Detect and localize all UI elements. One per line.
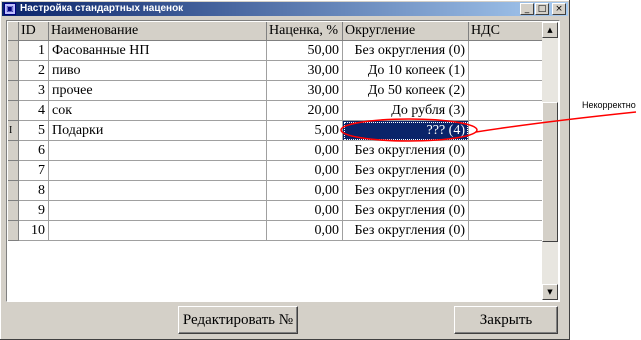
cell-rounding[interactable]: До рубля (3) — [343, 101, 469, 121]
cell-markup[interactable]: 0,00 — [267, 201, 343, 221]
cell-name[interactable]: Подарки — [49, 121, 267, 141]
grid-body[interactable]: ID Наименование Наценка, % Округление НД… — [8, 22, 545, 262]
cell-rounding[interactable]: До 50 копеек (2) — [343, 81, 469, 101]
cell-rounding[interactable]: Без округления (0) — [343, 41, 469, 61]
scroll-thumb[interactable] — [542, 102, 558, 242]
markup-grid[interactable]: ID Наименование Наценка, % Округление НД… — [6, 20, 560, 302]
cell-vat[interactable] — [469, 141, 545, 161]
row-indicator — [8, 101, 19, 121]
cell-vat[interactable] — [469, 61, 545, 81]
cell-markup[interactable]: 50,00 — [267, 41, 343, 61]
row-indicator: I — [8, 121, 19, 141]
cell-markup[interactable]: 0,00 — [267, 181, 343, 201]
column-header-rounding[interactable]: Округление — [343, 22, 469, 41]
row-indicator — [8, 41, 19, 61]
vertical-scrollbar[interactable]: ▲ ▼ — [542, 22, 558, 300]
cell-rounding[interactable]: Без округления (0) — [343, 161, 469, 181]
cell-name[interactable] — [49, 141, 267, 161]
cell-id[interactable]: 8 — [19, 181, 49, 201]
cell-id[interactable]: 2 — [19, 61, 49, 81]
cell-name[interactable] — [49, 161, 267, 181]
row-indicator — [8, 201, 19, 221]
cell-markup[interactable]: 30,00 — [267, 61, 343, 81]
cell-rounding[interactable]: Без округления (0) — [343, 221, 469, 241]
cell-name[interactable] — [49, 181, 267, 201]
close-dialog-button[interactable]: Закрыть — [454, 306, 558, 334]
cell-vat[interactable] — [469, 101, 545, 121]
row-indicator — [8, 181, 19, 201]
cell-id[interactable]: 1 — [19, 41, 49, 61]
cell-name[interactable]: сок — [49, 101, 267, 121]
cell-markup[interactable]: 0,00 — [267, 161, 343, 181]
cell-id[interactable]: 6 — [19, 141, 49, 161]
row-indicator — [8, 161, 19, 181]
column-header-id[interactable]: ID — [19, 22, 49, 41]
cell-vat[interactable] — [469, 81, 545, 101]
cell-vat[interactable] — [469, 181, 545, 201]
row-indicator — [8, 221, 19, 241]
title-bar[interactable]: ▣ Настройка стандартных наценок _ □ × — [2, 2, 568, 16]
annotation-label: Некорректно — [582, 100, 636, 110]
cell-vat[interactable] — [469, 161, 545, 181]
cell-rounding[interactable]: Без округления (0) — [343, 181, 469, 201]
row-indicator — [8, 81, 19, 101]
cell-rounding[interactable]: Без округления (0) — [343, 201, 469, 221]
row-indicator — [8, 61, 19, 81]
cell-name[interactable]: пиво — [49, 61, 267, 81]
app-icon: ▣ — [4, 3, 16, 15]
cell-id[interactable]: 4 — [19, 101, 49, 121]
cell-rounding[interactable]: ??? (4) — [343, 121, 469, 141]
cell-name[interactable]: Фасованные НП — [49, 41, 267, 61]
close-button[interactable]: × — [552, 3, 566, 15]
cell-rounding[interactable]: Без округления (0) — [343, 141, 469, 161]
cell-vat[interactable] — [469, 201, 545, 221]
cell-vat[interactable] — [469, 221, 545, 241]
cell-rounding[interactable]: До 10 копеек (1) — [343, 61, 469, 81]
minimize-button[interactable]: _ — [520, 3, 534, 15]
cell-markup[interactable]: 20,00 — [267, 101, 343, 121]
cell-id[interactable]: 7 — [19, 161, 49, 181]
scroll-down-arrow-icon[interactable]: ▼ — [542, 284, 558, 300]
cell-id[interactable]: 5 — [19, 121, 49, 141]
cell-id[interactable]: 9 — [19, 201, 49, 221]
cell-markup[interactable]: 0,00 — [267, 221, 343, 241]
edit-button[interactable]: Редактировать № — [178, 306, 298, 334]
settings-window: ▣ Настройка стандартных наценок _ □ × ID… — [0, 0, 570, 340]
window-title: Настройка стандартных наценок — [20, 3, 184, 14]
cell-markup[interactable]: 5,00 — [267, 121, 343, 141]
row-indicator — [8, 141, 19, 161]
maximize-button[interactable]: □ — [535, 3, 549, 15]
header-indicator — [8, 22, 19, 41]
column-header-vat[interactable]: НДС — [469, 22, 545, 41]
cell-vat[interactable] — [469, 41, 545, 61]
cell-name[interactable] — [49, 221, 267, 241]
cell-id[interactable]: 10 — [19, 221, 49, 241]
cell-name[interactable] — [49, 201, 267, 221]
column-header-markup[interactable]: Наценка, % — [267, 22, 343, 41]
cell-markup[interactable]: 30,00 — [267, 81, 343, 101]
column-header-name[interactable]: Наименование — [49, 22, 267, 41]
cell-id[interactable]: 3 — [19, 81, 49, 101]
cell-name[interactable]: прочее — [49, 81, 267, 101]
cell-vat[interactable] — [469, 121, 545, 141]
scroll-up-arrow-icon[interactable]: ▲ — [542, 22, 558, 38]
cell-markup[interactable]: 0,00 — [267, 141, 343, 161]
